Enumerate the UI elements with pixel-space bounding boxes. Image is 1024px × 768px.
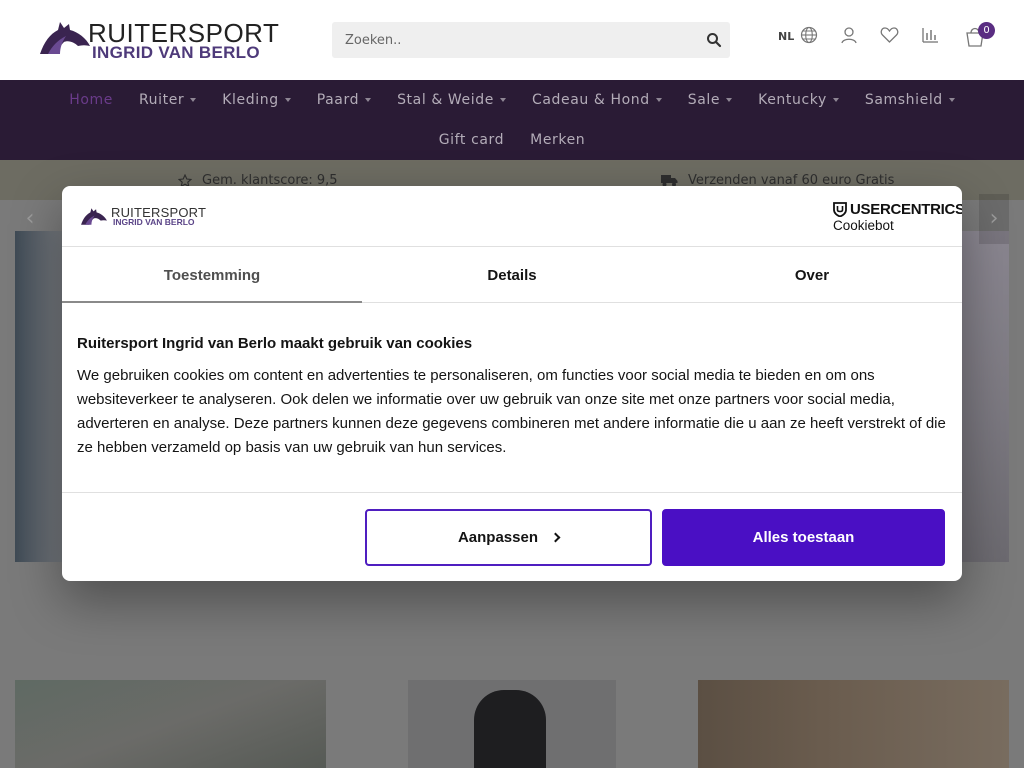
caret-down-icon xyxy=(190,98,197,102)
tile-photo-model xyxy=(474,690,546,768)
caret-down-icon xyxy=(284,98,291,102)
caret-down-icon xyxy=(365,98,372,102)
dialog-footer: Aanpassen Alles toestaan xyxy=(62,492,962,581)
allow-all-button[interactable]: Alles toestaan xyxy=(662,509,945,566)
cookie-consent-dialog: RUITERSPORT INGRID VAN BERLO USERCENTRIC… xyxy=(62,186,962,581)
nav-item-label: Samshield xyxy=(864,92,943,108)
horse-head-icon xyxy=(40,22,90,54)
compare-chart-icon[interactable] xyxy=(921,26,939,44)
heart-icon[interactable] xyxy=(880,26,899,44)
nav-item-label: Stal & Weide xyxy=(397,92,494,108)
dialog-header: RUITERSPORT INGRID VAN BERLO USERCENTRIC… xyxy=(62,186,962,247)
slider-prev-arrow-icon[interactable]: ‹ xyxy=(15,194,45,244)
dialog-description: We gebruiken cookies om content en adver… xyxy=(77,367,946,456)
dialog-tabs: Toestemming Details Over xyxy=(62,248,962,303)
customize-button[interactable]: Aanpassen xyxy=(365,509,652,566)
nav-item-label: Merken xyxy=(530,132,586,148)
shield-icon xyxy=(833,202,847,217)
nav-item-home[interactable]: Home xyxy=(56,91,126,109)
dialog-site-logo: RUITERSPORT INGRID VAN BERLO xyxy=(79,205,206,229)
tab-consent[interactable]: Toestemming xyxy=(62,248,362,303)
nav-item-gift-card[interactable]: Gift card xyxy=(426,131,517,149)
tab-details[interactable]: Details xyxy=(362,248,662,302)
site-header: RUITERSPORT INGRID VAN BERLO NL xyxy=(0,0,1024,80)
caret-down-icon xyxy=(655,98,662,102)
nav-item-kleding[interactable]: Kleding xyxy=(209,91,303,109)
slider-next-arrow-icon[interactable]: › xyxy=(979,194,1009,244)
dialog-logo-subtitle: INGRID VAN BERLO xyxy=(113,217,195,227)
dialog-heading: Ruitersport Ingrid van Berlo maakt gebru… xyxy=(77,335,473,352)
nav-item-cadeau-hond[interactable]: Cadeau & Hond xyxy=(519,91,675,109)
user-icon[interactable] xyxy=(840,26,858,44)
usercentrics-logo[interactable]: USERCENTRICS Cookiebot xyxy=(833,201,962,235)
nav-row-primary: Home Ruiter Kleding Paard Stal & Weide Cadeau… xyxy=(0,91,1024,109)
category-tile-image[interactable] xyxy=(356,680,668,768)
nav-item-label: Ruiter xyxy=(138,92,185,108)
nav-item-sale[interactable]: Sale xyxy=(675,91,745,109)
globe-icon[interactable] xyxy=(800,26,818,44)
horse-head-icon xyxy=(81,208,107,225)
cart-count-badge: 0 xyxy=(978,22,995,39)
site-logo[interactable]: RUITERSPORT INGRID VAN BERLO xyxy=(36,16,279,64)
caret-down-icon xyxy=(499,98,506,102)
cookiebot-label: Cookiebot xyxy=(833,218,894,233)
caret-down-icon xyxy=(948,98,955,102)
dialog-body: Ruitersport Ingrid van Berlo maakt gebru… xyxy=(77,335,947,460)
nav-item-label: Home xyxy=(69,92,113,108)
nav-item-paard[interactable]: Paard xyxy=(304,91,384,109)
search-icon[interactable] xyxy=(706,32,722,48)
allow-all-button-label: Alles toestaan xyxy=(752,529,855,546)
nav-row-secondary: Gift card Merken xyxy=(0,131,1024,149)
nav-item-ruiter[interactable]: Ruiter xyxy=(126,91,209,109)
logo-subtitle: INGRID VAN BERLO xyxy=(92,43,260,62)
caret-down-icon xyxy=(832,98,839,102)
nav-item-label: Sale xyxy=(687,92,721,108)
nav-item-label: Paard xyxy=(316,92,360,108)
nav-item-samshield[interactable]: Samshield xyxy=(852,91,968,109)
caret-down-icon xyxy=(726,98,733,102)
customize-button-label: Aanpassen xyxy=(457,529,539,546)
category-tile-image[interactable] xyxy=(15,680,326,768)
nav-item-label: Kentucky xyxy=(758,92,827,108)
nav-item-kentucky[interactable]: Kentucky xyxy=(745,91,852,109)
category-tile-image[interactable] xyxy=(698,680,1009,768)
search-bar xyxy=(332,22,730,58)
nav-item-label: Cadeau & Hond xyxy=(531,92,650,108)
nav-item-label: Gift card xyxy=(438,132,505,148)
usercentrics-brand: USERCENTRICS xyxy=(850,201,962,218)
nav-item-label: Kleding xyxy=(222,92,279,108)
chevron-right-icon xyxy=(550,532,561,543)
nav-item-merken[interactable]: Merken xyxy=(517,131,598,149)
tab-about[interactable]: Over xyxy=(662,248,962,302)
search-input[interactable] xyxy=(332,22,692,58)
language-code[interactable]: NL xyxy=(778,30,794,43)
nav-item-stal-weide[interactable]: Stal & Weide xyxy=(384,91,519,109)
main-navigation: Home Ruiter Kleding Paard Stal & Weide Cadeau… xyxy=(0,80,1024,160)
